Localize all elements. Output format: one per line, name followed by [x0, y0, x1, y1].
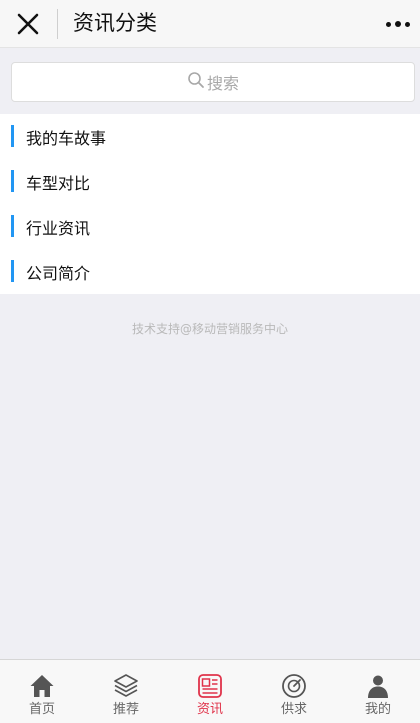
category-marker — [11, 125, 14, 147]
more-dot — [405, 21, 410, 27]
category-item-company-intro[interactable]: 公司简介 — [0, 249, 420, 294]
category-label: 车型对比 — [26, 173, 91, 193]
tab-recommend[interactable]: 推荐 — [84, 660, 168, 723]
category-item-my-car-story[interactable]: 我的车故事 — [0, 114, 420, 159]
category-marker — [11, 215, 14, 237]
category-label: 我的车故事 — [26, 128, 107, 148]
more-dot — [395, 21, 401, 27]
compass-icon — [282, 674, 306, 698]
search-icon — [188, 72, 204, 88]
tech-support-note: 技术支持@移动营销服务中心 — [131, 322, 288, 336]
tab-label: 资讯 — [196, 702, 223, 717]
category-marker — [11, 260, 14, 282]
header-divider — [57, 9, 58, 39]
search-placeholder: 搜索 — [206, 74, 239, 93]
page-title: 资讯分类 — [73, 11, 157, 35]
tab-home[interactable]: 首页 — [0, 660, 84, 723]
category-list: 我的车故事 车型对比 行业资讯 公司简介 — [0, 114, 420, 294]
page: 资讯分类 搜索 我的车故事 车型对比 行业资讯 公司简介 技术支持@移动营销服务… — [0, 0, 420, 723]
nav-header: 资讯分类 — [0, 0, 420, 48]
search-area: 搜索 — [0, 48, 420, 114]
layers-icon — [114, 674, 138, 697]
news-icon — [198, 674, 222, 698]
category-item-industry-news[interactable]: 行业资讯 — [0, 204, 420, 249]
more-dot — [386, 21, 391, 27]
category-marker — [11, 170, 14, 192]
more-button[interactable] — [384, 12, 412, 36]
tab-news[interactable]: 资讯 — [168, 660, 252, 723]
user-icon — [368, 675, 388, 698]
tab-label: 推荐 — [112, 702, 139, 717]
tab-supply-demand[interactable]: 供求 — [252, 660, 336, 723]
search-input[interactable]: 搜索 — [11, 62, 415, 102]
tab-label: 我的 — [364, 702, 391, 717]
category-item-model-compare[interactable]: 车型对比 — [0, 159, 420, 204]
tab-mine[interactable]: 我的 — [336, 660, 420, 723]
close-icon — [17, 13, 39, 35]
close-button[interactable] — [14, 10, 42, 38]
tab-bar: 首页 推荐 资讯 供求 我的 — [0, 659, 420, 723]
category-label: 行业资讯 — [26, 218, 91, 238]
tab-label: 首页 — [28, 702, 55, 717]
home-icon — [30, 675, 54, 697]
tab-label: 供求 — [280, 702, 307, 717]
category-label: 公司简介 — [26, 263, 91, 283]
